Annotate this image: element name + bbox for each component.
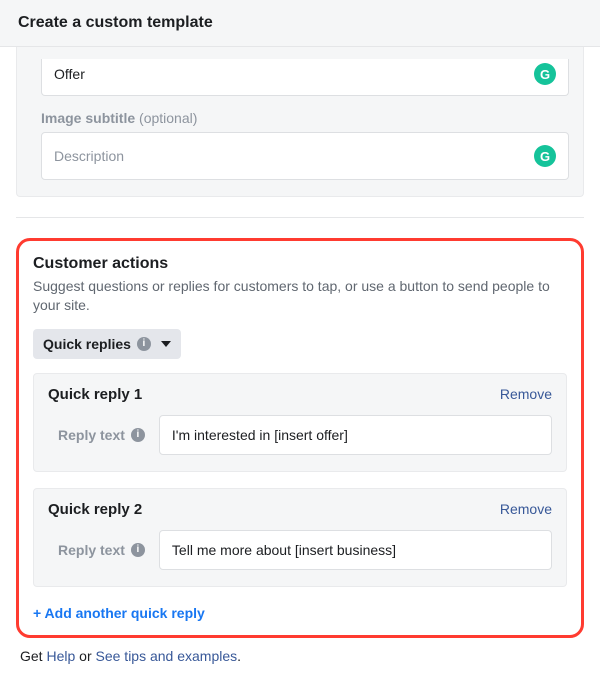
add-quick-reply-button[interactable]: + Add another quick reply bbox=[33, 603, 205, 623]
image-subtitle-label: Image subtitle (optional) bbox=[41, 110, 569, 126]
quick-reply-title: Quick reply 1 bbox=[48, 386, 142, 403]
customer-actions-section: Customer actions Suggest questions or re… bbox=[16, 238, 584, 638]
reply-text-input[interactable]: Tell me more about [insert business] bbox=[159, 530, 552, 570]
reply-text-label: Reply text i bbox=[58, 542, 145, 558]
quick-reply-card-2: Quick reply 2 Remove Reply text i Tell m… bbox=[33, 488, 567, 587]
remove-quick-reply-button[interactable]: Remove bbox=[500, 501, 552, 517]
section-divider bbox=[16, 217, 584, 218]
reply-text-label: Reply text i bbox=[58, 427, 145, 443]
grammarly-icon: G bbox=[534, 63, 556, 85]
quick-reply-title: Quick reply 2 bbox=[48, 501, 142, 518]
image-subtitle-input[interactable]: Description G bbox=[41, 132, 569, 180]
action-type-label: Quick replies bbox=[43, 336, 131, 352]
help-link[interactable]: Help bbox=[46, 648, 75, 664]
offer-title-value: Offer bbox=[54, 66, 85, 82]
customer-actions-title: Customer actions bbox=[33, 255, 567, 273]
quick-reply-card-1: Quick reply 1 Remove Reply text i I'm in… bbox=[33, 373, 567, 472]
offer-title-input[interactable]: Offer G bbox=[41, 59, 569, 96]
dialog-title: Create a custom template bbox=[18, 14, 213, 31]
reply-text-input[interactable]: I'm interested in [insert offer] bbox=[159, 415, 552, 455]
image-subtitle-placeholder: Description bbox=[54, 148, 124, 164]
grammarly-icon: G bbox=[534, 145, 556, 167]
remove-quick-reply-button[interactable]: Remove bbox=[500, 386, 552, 402]
page-body: Offer G Image subtitle (optional) Descri… bbox=[0, 47, 600, 690]
info-icon: i bbox=[131, 543, 145, 557]
chevron-down-icon bbox=[161, 341, 171, 347]
info-icon: i bbox=[131, 428, 145, 442]
dialog-header: Create a custom template bbox=[0, 0, 600, 47]
customer-actions-description: Suggest questions or replies for custome… bbox=[33, 277, 567, 315]
action-type-dropdown[interactable]: Quick replies i bbox=[33, 329, 181, 359]
template-preview-card: Offer G Image subtitle (optional) Descri… bbox=[16, 47, 584, 197]
footer-help: Get Help or See tips and examples. bbox=[16, 638, 584, 674]
tips-link[interactable]: See tips and examples bbox=[96, 648, 238, 664]
info-icon: i bbox=[137, 337, 151, 351]
